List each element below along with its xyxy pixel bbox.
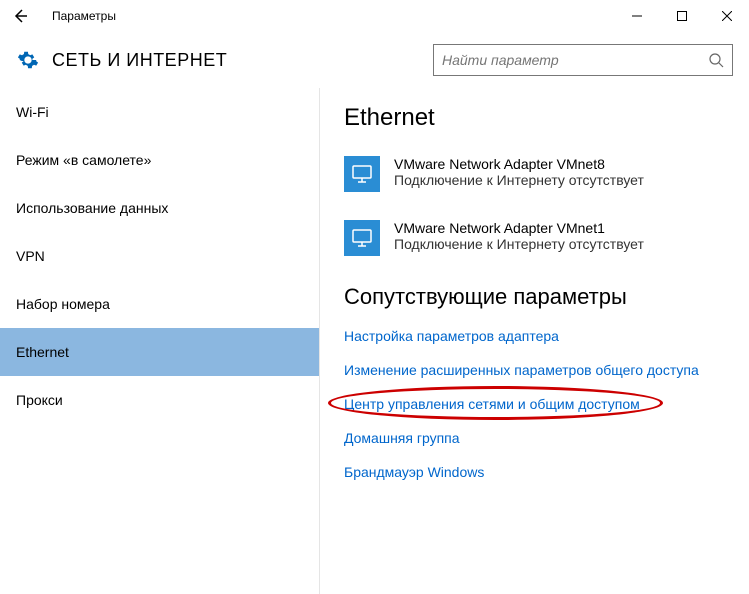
header: СЕТЬ И ИНТЕРНЕТ — [0, 32, 749, 88]
window-controls — [614, 0, 749, 32]
minimize-icon — [632, 11, 642, 21]
maximize-button[interactable] — [659, 0, 704, 32]
monitor-icon — [344, 156, 380, 192]
related-link-0[interactable]: Настройка параметров адаптера — [344, 328, 559, 344]
search-input[interactable] — [442, 52, 708, 68]
window-title: Параметры — [52, 9, 116, 23]
adapter-item[interactable]: VMware Network Adapter VMnet1Подключение… — [344, 220, 725, 256]
sidebar-item-6[interactable]: Прокси — [0, 376, 319, 424]
related-link-4[interactable]: Брандмауэр Windows — [344, 464, 484, 480]
header-title: СЕТЬ И ИНТЕРНЕТ — [52, 50, 433, 71]
titlebar: Параметры — [0, 0, 749, 32]
sidebar-item-1[interactable]: Режим «в самолете» — [0, 136, 319, 184]
adapter-item[interactable]: VMware Network Adapter VMnet8Подключение… — [344, 156, 725, 192]
settings-gear-icon — [16, 48, 40, 72]
adapter-status: Подключение к Интернету отсутствует — [394, 236, 644, 252]
related-link-1[interactable]: Изменение расширенных параметров общего … — [344, 362, 699, 378]
page-title: Ethernet — [344, 104, 725, 132]
back-button[interactable] — [0, 0, 40, 32]
main-content: Ethernet VMware Network Adapter VMnet8По… — [320, 88, 749, 594]
close-button[interactable] — [704, 0, 749, 32]
sidebar: Wi-FiРежим «в самолете»Использование дан… — [0, 88, 320, 594]
sidebar-item-2[interactable]: Использование данных — [0, 184, 319, 232]
adapter-name: VMware Network Adapter VMnet1 — [394, 220, 644, 236]
sidebar-item-5[interactable]: Ethernet — [0, 328, 319, 376]
monitor-icon — [344, 220, 380, 256]
related-link-2[interactable]: Центр управления сетями и общим доступом — [344, 396, 640, 412]
adapter-status: Подключение к Интернету отсутствует — [394, 172, 644, 188]
related-settings-heading: Сопутствующие параметры — [344, 284, 725, 310]
adapter-name: VMware Network Adapter VMnet8 — [394, 156, 644, 172]
sidebar-item-4[interactable]: Набор номера — [0, 280, 319, 328]
minimize-button[interactable] — [614, 0, 659, 32]
maximize-icon — [677, 11, 687, 21]
search-icon — [708, 52, 724, 68]
related-link-3[interactable]: Домашняя группа — [344, 430, 460, 446]
search-box[interactable] — [433, 44, 733, 76]
arrow-left-icon — [11, 7, 29, 25]
annotation-highlight: Центр управления сетями и общим доступом — [344, 396, 640, 412]
close-icon — [722, 11, 732, 21]
sidebar-item-0[interactable]: Wi-Fi — [0, 88, 319, 136]
sidebar-item-3[interactable]: VPN — [0, 232, 319, 280]
